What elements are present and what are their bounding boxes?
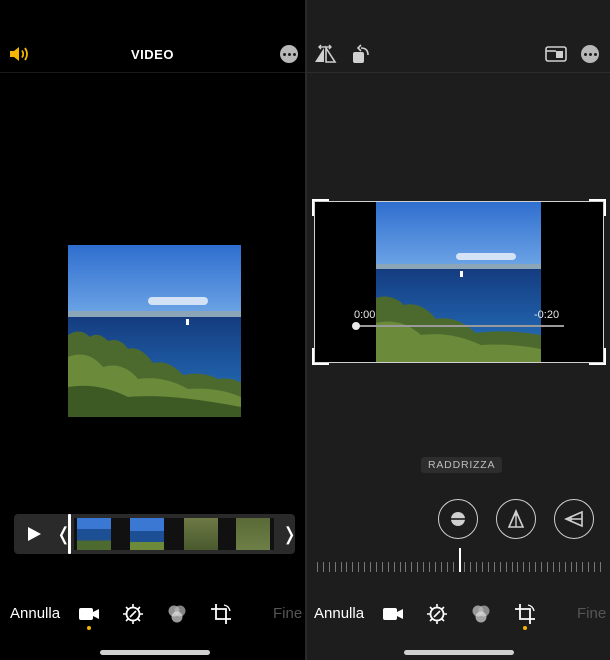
ruler-tick: [559, 562, 560, 572]
ruler-tick: [423, 562, 424, 572]
cancel-button[interactable]: Annulla: [10, 605, 60, 622]
filters-icon[interactable]: [166, 603, 188, 625]
home-indicator: [100, 650, 210, 655]
ruler-tick: [594, 562, 595, 572]
top-bar: [307, 36, 610, 73]
ruler-tick: [565, 562, 566, 572]
ruler-tick: [317, 562, 318, 572]
ruler-tick: [588, 562, 589, 572]
ruler-tick: [535, 562, 536, 572]
ruler-tick: [506, 562, 507, 572]
trim-handle-right[interactable]: ❭: [282, 518, 297, 550]
crop-frame[interactable]: 0:00 -0:20: [312, 199, 606, 365]
flip-icon[interactable]: [313, 44, 337, 64]
crop-editor-panel: 0:00 -0:20 RADDRIZZA Annulla Fine: [307, 0, 610, 660]
timeline[interactable]: ❬ ❭: [14, 514, 297, 554]
ruler-tick: [429, 562, 430, 572]
ruler-tick: [576, 562, 577, 572]
ruler-tick: [376, 562, 377, 572]
ruler-tick: [482, 562, 483, 572]
straighten-tool[interactable]: [438, 499, 478, 539]
ruler-tick: [523, 562, 524, 572]
ruler-tick: [447, 562, 448, 572]
ruler-tick: [500, 562, 501, 572]
ruler-tick: [417, 562, 418, 572]
ruler-tick: [370, 562, 371, 572]
ruler-tick: [453, 562, 454, 572]
ruler-tick: [459, 548, 461, 572]
video-preview: [68, 245, 241, 417]
ruler-tick: [529, 562, 530, 572]
video-camera-icon[interactable]: [78, 603, 100, 625]
ruler-tick: [512, 562, 513, 572]
ruler-tick: [335, 562, 336, 572]
trim-handle-left[interactable]: ❬: [56, 518, 71, 550]
ruler-tick: [476, 562, 477, 572]
thumbnail: [130, 518, 164, 550]
ruler-tick: [329, 562, 330, 572]
ruler-tick: [600, 562, 601, 572]
horizontal-perspective-tool[interactable]: [554, 499, 594, 539]
horizontal-perspective-icon: [564, 510, 583, 528]
thumbnail: [236, 518, 270, 550]
ruler-tick: [346, 562, 347, 572]
ruler-tick: [358, 562, 359, 572]
ruler-tick: [464, 562, 465, 572]
play-icon[interactable]: [26, 526, 42, 542]
angle-ruler[interactable]: [317, 548, 601, 574]
frame-strip: [74, 518, 274, 550]
ruler-tick: [382, 562, 383, 572]
straighten-icon: [450, 512, 466, 526]
page-title: VIDEO: [131, 47, 174, 62]
thumbnail: [77, 518, 111, 550]
ruler-tick: [323, 562, 324, 572]
filters-icon[interactable]: [470, 603, 492, 625]
ruler-tick: [352, 562, 353, 572]
done-button[interactable]: Fine: [577, 605, 606, 622]
adjust-icon[interactable]: [122, 603, 144, 625]
ruler-tick: [488, 562, 489, 572]
ruler-tick: [341, 562, 342, 572]
ruler-tick: [470, 562, 471, 572]
crop-icon[interactable]: [514, 603, 536, 625]
ruler-tick: [494, 562, 495, 572]
active-indicator: [523, 626, 527, 630]
ruler-tick: [405, 562, 406, 572]
home-indicator: [404, 650, 514, 655]
playhead[interactable]: [68, 514, 71, 554]
vertical-perspective-tool[interactable]: [496, 499, 536, 539]
crop-icon[interactable]: [210, 603, 232, 625]
done-button[interactable]: Fine: [273, 605, 302, 622]
more-icon[interactable]: [280, 45, 298, 63]
thumbnail: [184, 518, 218, 550]
ruler-tick: [388, 562, 389, 572]
top-bar: VIDEO: [0, 36, 305, 73]
ruler-tick: [547, 562, 548, 572]
vertical-perspective-icon: [507, 509, 525, 528]
ruler-tick: [571, 562, 572, 572]
ruler-tick: [394, 562, 395, 572]
ruler-tick: [541, 562, 542, 572]
ruler-tick: [517, 562, 518, 572]
bush-image: [68, 331, 241, 417]
straighten-label: RADDRIZZA: [421, 457, 503, 473]
adjust-icon[interactable]: [426, 603, 448, 625]
ruler-tick: [582, 562, 583, 572]
aspect-ratio-icon[interactable]: [545, 46, 567, 62]
cancel-button[interactable]: Annulla: [314, 605, 364, 622]
video-camera-icon[interactable]: [382, 603, 404, 625]
active-indicator: [87, 626, 91, 630]
ruler-tick: [364, 562, 365, 572]
rotate-icon[interactable]: [351, 44, 373, 64]
ruler-tick: [435, 562, 436, 572]
ruler-tick: [400, 562, 401, 572]
ruler-tick: [441, 562, 442, 572]
ruler-tick: [553, 562, 554, 572]
video-editor-panel: VIDEO ❬ ❭ Annulla Fine: [0, 0, 305, 660]
ruler-tick: [411, 562, 412, 572]
more-icon[interactable]: [581, 45, 599, 63]
